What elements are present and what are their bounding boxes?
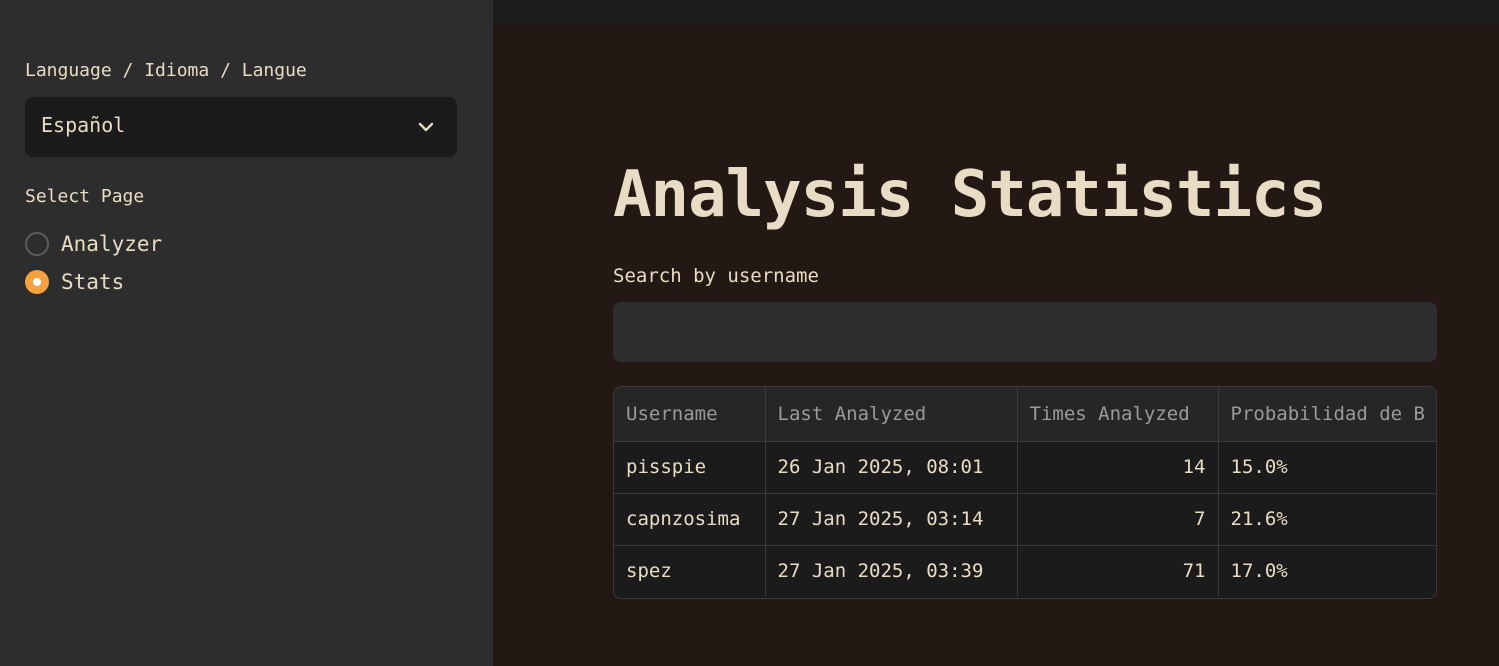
column-header-times-analyzed[interactable]: Times Analyzed bbox=[1017, 387, 1219, 442]
radio-selected-icon[interactable] bbox=[25, 270, 49, 294]
cell-username[interactable]: pisspie bbox=[614, 441, 766, 494]
search-label: Search by username bbox=[613, 265, 819, 287]
language-select-value: Español bbox=[41, 113, 126, 137]
cell-username[interactable]: spez bbox=[614, 545, 766, 597]
page-option-label: Analyzer bbox=[61, 232, 163, 256]
page-option-stats[interactable]: Stats bbox=[25, 268, 124, 296]
sidebar: Language / Idioma / Langue Español Selec… bbox=[0, 0, 493, 666]
cell-probability[interactable]: 17.0% bbox=[1218, 545, 1436, 597]
cell-times-analyzed[interactable]: 14 bbox=[1017, 441, 1219, 494]
search-input[interactable] bbox=[613, 302, 1437, 362]
language-select[interactable]: Español bbox=[25, 97, 457, 157]
cell-username[interactable]: capnzosima bbox=[614, 493, 766, 546]
table-row: spez 27 Jan 2025, 03:39 71 17.0% bbox=[614, 545, 1436, 597]
radio-unselected-icon[interactable] bbox=[25, 232, 49, 256]
cell-probability[interactable]: 15.0% bbox=[1218, 441, 1436, 494]
table-header-row: Username Last Analyzed Times Analyzed Pr… bbox=[614, 387, 1436, 442]
column-header-username[interactable]: Username bbox=[614, 387, 766, 442]
table-row: capnzosima 27 Jan 2025, 03:14 7 21.6% bbox=[614, 493, 1436, 546]
page-option-analyzer[interactable]: Analyzer bbox=[25, 230, 162, 258]
top-header-bar bbox=[493, 0, 1499, 24]
cell-times-analyzed[interactable]: 71 bbox=[1017, 545, 1219, 597]
language-label: Language / Idioma / Langue bbox=[25, 60, 307, 81]
chevron-down-icon bbox=[418, 122, 434, 132]
cell-last-analyzed[interactable]: 26 Jan 2025, 08:01 bbox=[765, 441, 1018, 494]
select-page-label: Select Page bbox=[25, 186, 145, 207]
column-header-probability[interactable]: Probabilidad de B bbox=[1218, 387, 1436, 442]
page-title: Analysis Statistics bbox=[613, 158, 1327, 232]
column-header-last-analyzed[interactable]: Last Analyzed bbox=[765, 387, 1018, 442]
cell-times-analyzed[interactable]: 7 bbox=[1017, 493, 1219, 546]
collapse-sidebar-icon[interactable] bbox=[415, 0, 437, 6]
stats-table: Username Last Analyzed Times Analyzed Pr… bbox=[613, 386, 1437, 599]
cell-last-analyzed[interactable]: 27 Jan 2025, 03:14 bbox=[765, 493, 1018, 546]
cell-probability[interactable]: 21.6% bbox=[1218, 493, 1436, 546]
page-option-label: Stats bbox=[61, 270, 125, 294]
cell-last-analyzed[interactable]: 27 Jan 2025, 03:39 bbox=[765, 545, 1018, 597]
table-row: pisspie 26 Jan 2025, 08:01 14 15.0% bbox=[614, 441, 1436, 494]
